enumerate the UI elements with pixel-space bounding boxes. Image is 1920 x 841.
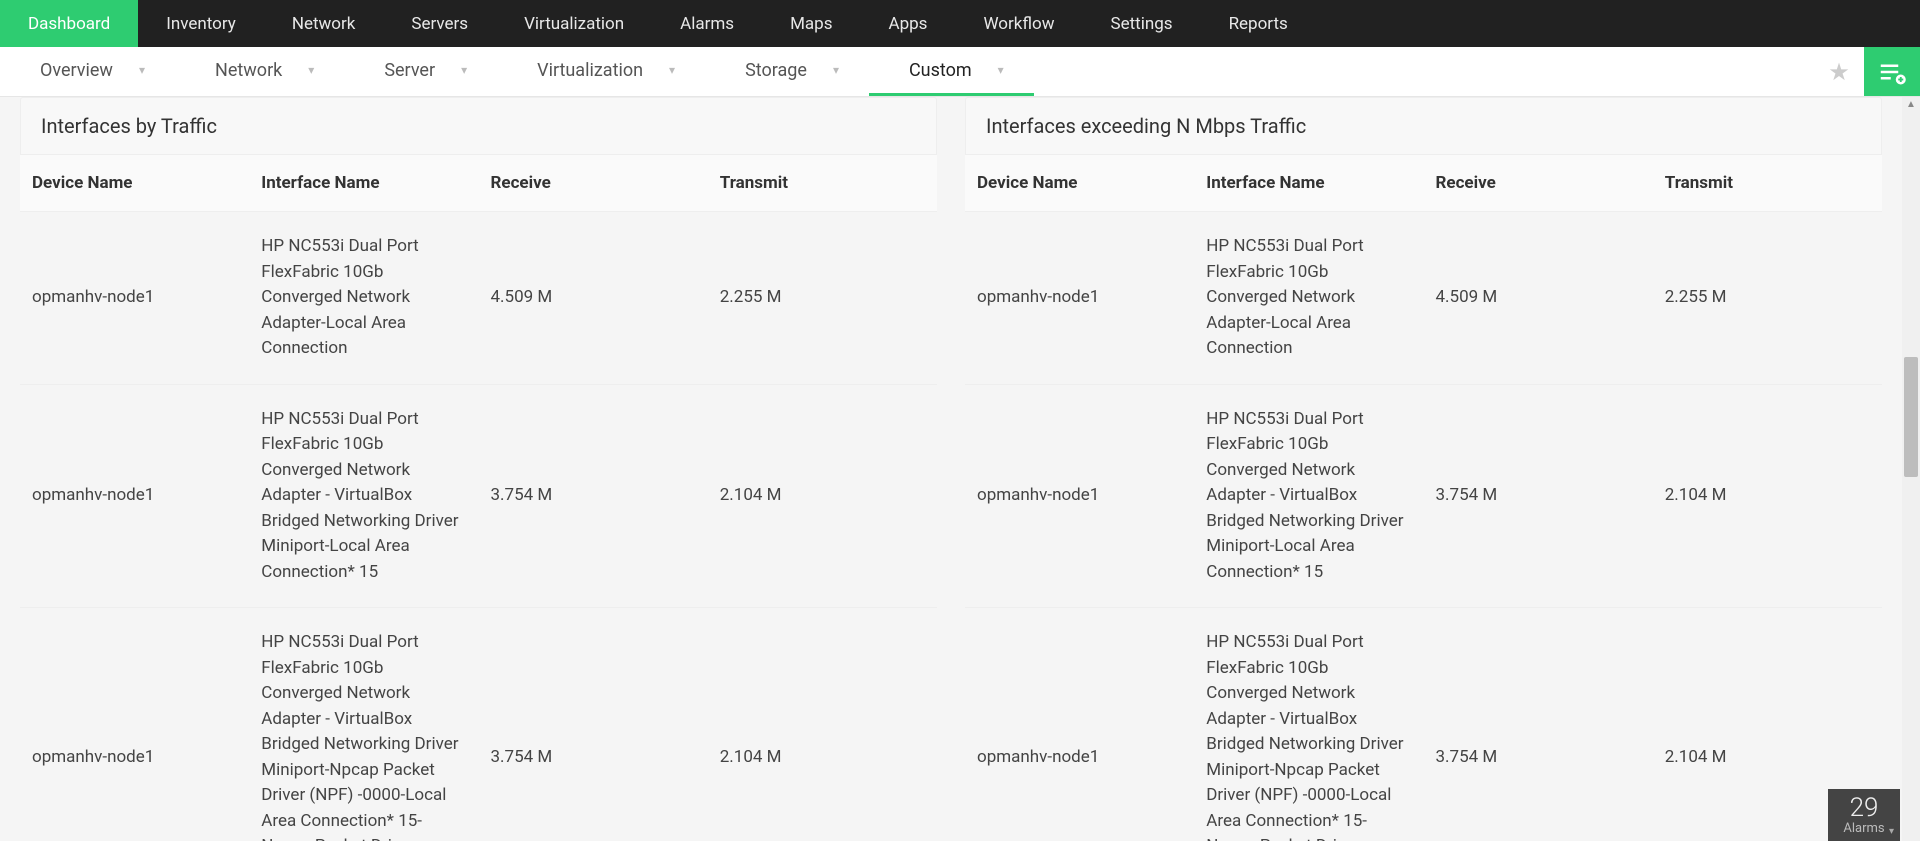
table-header-row: Device Name Interface Name Receive Trans… [965,155,1882,212]
col-transmit[interactable]: Transmit [1653,155,1882,212]
list-plus-icon [1877,57,1907,87]
sub-nav: Overview ▾ Network ▾ Server ▾ Virtualiza… [0,47,1920,97]
cell-receive: 3.754 M [1424,608,1653,841]
col-interface-name[interactable]: Interface Name [1194,155,1423,212]
chevron-down-icon: ▾ [139,63,145,77]
cell-transmit: 2.104 M [1653,384,1882,608]
cell-device: opmanhv-node1 [965,212,1194,385]
add-widget-button[interactable] [1864,47,1920,96]
col-device-name[interactable]: Device Name [965,155,1194,212]
chevron-down-icon: ▾ [833,63,839,77]
cell-receive: 4.509 M [1424,212,1653,385]
cell-device: opmanhv-node1 [20,608,249,841]
topnav-reports[interactable]: Reports [1201,0,1316,47]
cell-device: opmanhv-node1 [965,384,1194,608]
dashboard-content: Interfaces by Traffic Device Name Interf… [0,97,1902,841]
cell-interface: HP NC553i Dual Port FlexFabric 10Gb Conv… [249,212,478,385]
interfaces-table: Device Name Interface Name Receive Trans… [965,155,1882,841]
cell-receive: 3.754 M [479,608,708,841]
chevron-down-icon: ▾ [669,63,675,77]
topnav-apps[interactable]: Apps [860,0,955,47]
subnav-server[interactable]: Server ▾ [344,47,497,96]
table-row[interactable]: opmanhv-node1 HP NC553i Dual Port FlexFa… [20,384,937,608]
chevron-down-icon: ▾ [308,63,314,77]
star-icon: ★ [1828,58,1850,86]
topnav-network[interactable]: Network [264,0,384,47]
table-header-row: Device Name Interface Name Receive Trans… [20,155,937,212]
topnav-dashboard[interactable]: Dashboard [0,0,138,47]
cell-interface: HP NC553i Dual Port FlexFabric 10Gb Conv… [1194,384,1423,608]
topnav-servers[interactable]: Servers [383,0,496,47]
cell-transmit: 2.104 M [708,608,937,841]
subnav-virtualization[interactable]: Virtualization ▾ [497,47,705,96]
topnav-workflow[interactable]: Workflow [955,0,1082,47]
topnav-virtualization[interactable]: Virtualization [496,0,652,47]
subnav-overview[interactable]: Overview ▾ [0,47,175,96]
topnav-inventory[interactable]: Inventory [138,0,264,47]
subnav-custom[interactable]: Custom ▾ [869,47,1034,96]
table-row[interactable]: opmanhv-node1 HP NC553i Dual Port FlexFa… [965,608,1882,841]
cell-interface: HP NC553i Dual Port FlexFabric 10Gb Conv… [1194,608,1423,841]
alarms-badge[interactable]: 29 Alarms ▾ [1828,789,1900,841]
chevron-down-icon: ▾ [461,63,467,77]
col-receive[interactable]: Receive [479,155,708,212]
panel-interfaces-by-traffic: Interfaces by Traffic Device Name Interf… [20,97,937,841]
chevron-down-icon: ▾ [1889,826,1894,837]
cell-interface: HP NC553i Dual Port FlexFabric 10Gb Conv… [249,608,478,841]
topnav-alarms[interactable]: Alarms [652,0,762,47]
table-row[interactable]: opmanhv-node1 HP NC553i Dual Port FlexFa… [965,212,1882,385]
top-nav: Dashboard Inventory Network Servers Virt… [0,0,1920,47]
scrollbar-thumb[interactable] [1904,357,1918,477]
scroll-up-icon: ▲ [1902,99,1920,110]
col-interface-name[interactable]: Interface Name [249,155,478,212]
cell-transmit: 2.255 M [708,212,937,385]
table-row[interactable]: opmanhv-node1 HP NC553i Dual Port FlexFa… [965,384,1882,608]
interfaces-table: Device Name Interface Name Receive Trans… [20,155,937,841]
cell-transmit: 2.255 M [1653,212,1882,385]
table-row[interactable]: opmanhv-node1 HP NC553i Dual Port FlexFa… [20,212,937,385]
spacer [1034,47,1814,96]
subnav-item-label: Network [215,60,282,81]
panel-title: Interfaces exceeding N Mbps Traffic [965,97,1882,155]
alarms-count: 29 [1850,795,1879,821]
col-device-name[interactable]: Device Name [20,155,249,212]
alarms-label: Alarms [1843,821,1884,836]
cell-receive: 3.754 M [1424,384,1653,608]
cell-device: opmanhv-node1 [20,384,249,608]
chevron-down-icon: ▾ [998,63,1004,77]
subnav-network[interactable]: Network ▾ [175,47,344,96]
topnav-maps[interactable]: Maps [762,0,860,47]
panel-title: Interfaces by Traffic [20,97,937,155]
cell-device: opmanhv-node1 [20,212,249,385]
topnav-settings[interactable]: Settings [1082,0,1200,47]
cell-transmit: 2.104 M [708,384,937,608]
subnav-item-label: Virtualization [537,60,643,81]
col-receive[interactable]: Receive [1424,155,1653,212]
cell-interface: HP NC553i Dual Port FlexFabric 10Gb Conv… [1194,212,1423,385]
panel-interfaces-exceeding: Interfaces exceeding N Mbps Traffic Devi… [965,97,1882,841]
table-row[interactable]: opmanhv-node1 HP NC553i Dual Port FlexFa… [20,608,937,841]
subnav-item-label: Custom [909,60,972,81]
favorite-button[interactable]: ★ [1814,47,1864,96]
subnav-storage[interactable]: Storage ▾ [705,47,869,96]
subnav-item-label: Overview [40,60,113,81]
cell-interface: HP NC553i Dual Port FlexFabric 10Gb Conv… [249,384,478,608]
cell-receive: 3.754 M [479,384,708,608]
col-transmit[interactable]: Transmit [708,155,937,212]
cell-receive: 4.509 M [479,212,708,385]
subnav-item-label: Server [384,60,435,81]
cell-device: opmanhv-node1 [965,608,1194,841]
vertical-scrollbar[interactable]: ▲ [1902,97,1920,841]
subnav-item-label: Storage [745,60,807,81]
